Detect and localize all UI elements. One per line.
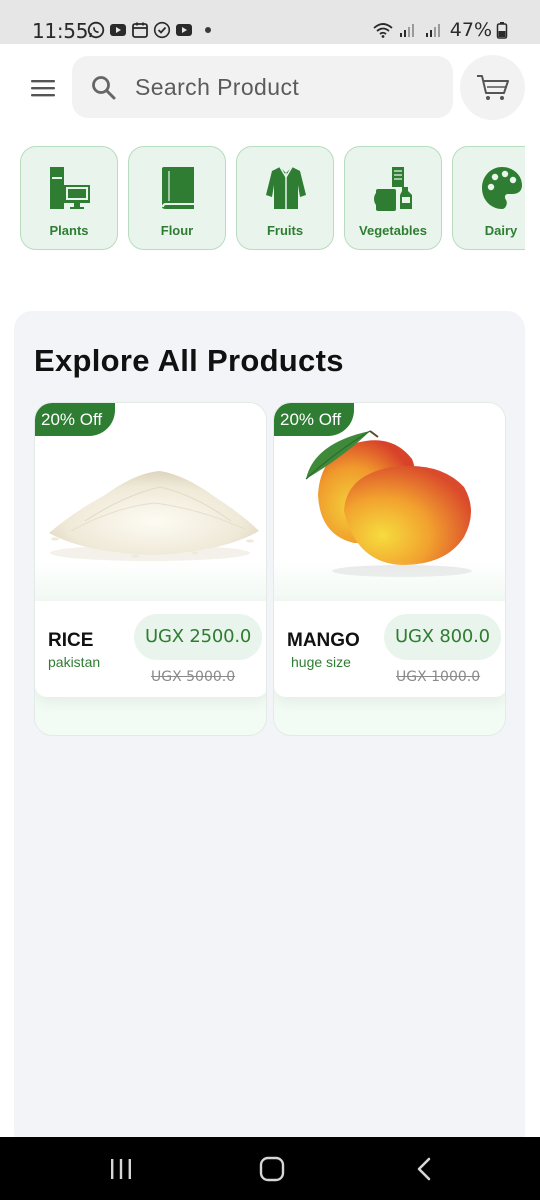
search-icon [92, 76, 116, 100]
search-bar[interactable] [72, 56, 453, 118]
category-plants[interactable]: Plants [20, 146, 118, 250]
menu-button[interactable] [26, 72, 60, 104]
discount-badge: 20% Off [35, 403, 115, 436]
youtube-icon [109, 21, 127, 39]
original-price: UGX 5000.0 [151, 669, 236, 685]
product-name: MANGO [287, 630, 360, 651]
category-label: Plants [49, 223, 89, 238]
system-status: 47% [372, 19, 508, 41]
battery-percent: 47% [449, 19, 492, 41]
home-button[interactable] [252, 1155, 292, 1183]
palette-icon [482, 167, 522, 209]
home-icon [259, 1156, 285, 1182]
shirt-icon [266, 166, 306, 209]
hamburger-menu-icon [31, 80, 55, 97]
notification-icons [87, 19, 211, 41]
original-price: UGX 1000.0 [396, 669, 481, 685]
product-subtitle: pakistan [48, 654, 101, 670]
cart-button[interactable] [460, 55, 525, 120]
groceries-icon [374, 167, 412, 211]
shopping-cart-icon [476, 74, 509, 100]
appliances-icon [50, 167, 90, 209]
back-button[interactable] [404, 1155, 444, 1183]
discount-badge: 20% Off [274, 403, 354, 436]
product-subtitle: huge size [291, 654, 351, 670]
category-dairy[interactable]: Dairy [452, 146, 525, 250]
status-bar: 11:55 47% [0, 0, 540, 44]
book-icon [162, 167, 194, 209]
category-vegetables[interactable]: Vegetables [344, 146, 442, 250]
category-label: Fruits [266, 223, 304, 238]
back-icon [417, 1157, 431, 1181]
category-fruits[interactable]: Fruits [236, 146, 334, 250]
status-time: 11:55 [32, 19, 89, 43]
product-card-mango[interactable]: 20% Off MANGO huge size UGX 800.0 UGX 10… [273, 402, 506, 736]
category-label: Vegetables [359, 223, 427, 238]
signal-icon [424, 21, 446, 39]
whatsapp-icon [87, 21, 105, 39]
section-title: Explore All Products [34, 343, 344, 378]
price-badge: UGX 800.0 [384, 614, 501, 660]
product-name: RICE [48, 630, 94, 651]
product-info: MANGO huge size UGX 800.0 UGX 1000.0 [274, 601, 505, 697]
category-list: Plants Flour Fruits Vegetables Dairy [20, 146, 525, 250]
category-flour[interactable]: Flour [128, 146, 226, 250]
products-panel: Explore All Products 20% Off RICE pakist… [14, 311, 525, 1151]
product-card-rice[interactable]: 20% Off RICE pakistan UGX 2500.0 UGX 500… [34, 402, 267, 736]
more-notifications-dot [205, 27, 211, 33]
youtube-icon [175, 21, 193, 39]
app-screen: 11:55 47% Search Product Plants Flour Fr… [0, 0, 540, 1200]
system-nav-bar [0, 1137, 540, 1200]
price-badge: UGX 2500.0 [134, 614, 263, 660]
recent-apps-icon [111, 1159, 131, 1179]
recent-apps-button[interactable] [101, 1155, 141, 1183]
category-label: Flour [160, 223, 194, 238]
signal-icon [398, 21, 420, 39]
battery-icon [496, 21, 508, 39]
category-label: Dairy [484, 223, 518, 238]
check-circle-icon [153, 21, 171, 39]
search-input[interactable] [135, 70, 435, 104]
calendar-icon [131, 21, 149, 39]
wifi-icon [372, 21, 394, 39]
product-info: RICE pakistan UGX 2500.0 UGX 5000.0 [35, 601, 266, 697]
